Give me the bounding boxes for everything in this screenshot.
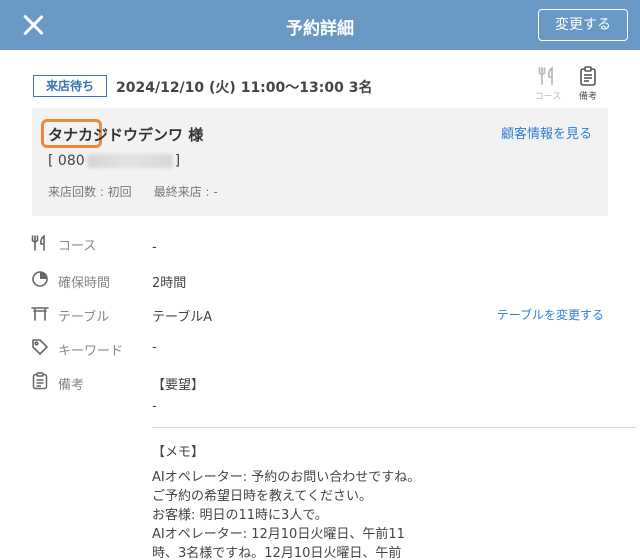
course-value: - <box>152 240 157 255</box>
course-tab[interactable]: コース <box>533 66 563 102</box>
memo-line: AIオペレーター: 12月10日火曜日、午前11 <box>152 527 405 542</box>
change-table-link[interactable]: テーブルを変更する <box>497 306 604 323</box>
course-label: コース <box>58 239 97 254</box>
phone-prefix: [ 080 <box>48 153 85 169</box>
phone-redacted <box>86 154 173 168</box>
phone-suffix: ] <box>174 153 181 169</box>
memo-line: AIオペレーター: 予約のお問い合わせですね。 <box>152 470 421 485</box>
table-value: テーブルA <box>152 310 213 325</box>
customer-phone: [ 080] <box>48 153 180 169</box>
notes-label: 備考 <box>58 378 85 393</box>
clipboard-icon <box>32 372 48 390</box>
visit-info: 来店回数 : 初回 最終来店 : - <box>48 183 218 200</box>
memo-line: 時、3名様ですね。12月10日火曜日、午前 <box>152 546 402 560</box>
customer-name-rest: ジドウデンワ 様 <box>93 126 204 144</box>
keyword-label: キーワード <box>58 344 124 359</box>
header-bar: 予約詳細 変更する <box>0 0 640 50</box>
visit-count: 来店回数 : 初回 <box>48 185 132 199</box>
customer-name-highlight: タナカ <box>48 126 94 144</box>
cutlery-icon <box>538 66 553 85</box>
tag-icon <box>32 339 48 355</box>
memo-heading: 【メモ】 <box>152 445 205 460</box>
memo-line: ご予約の希望日時を教えてください。 <box>152 489 372 504</box>
keyword-value: - <box>152 340 157 355</box>
request-heading: 【要望】 <box>152 378 205 393</box>
memo-tab-label: 備考 <box>578 92 597 102</box>
view-customer-link[interactable]: 顧客情報を見る <box>501 123 592 142</box>
course-tab-label: コース <box>534 92 562 102</box>
customer-name: タナカジドウデンワ 様 <box>48 124 203 145</box>
duration-value: 2時間 <box>152 276 187 291</box>
request-value: - <box>152 399 157 414</box>
customer-panel: タナカジドウデンワ 様 顧客情報を見る [ 080] 来店回数 : 初回 最終来店… <box>32 108 608 216</box>
status-badge: 来店待ち <box>33 75 107 97</box>
notes-divider <box>152 427 636 428</box>
memo-line: お客様: 明日の11時に3人で。 <box>152 508 328 523</box>
last-visit: 最終来店 : - <box>153 185 218 199</box>
cutlery-icon <box>31 234 45 251</box>
duration-label: 確保時間 <box>58 276 111 291</box>
reservation-datetime: 2024/12/10 (火) 11:00〜13:00 3名 <box>116 80 373 96</box>
table-label: テーブル <box>58 310 110 325</box>
reservation-card: 来店待ち 2024/12/10 (火) 11:00〜13:00 3名 コース 備… <box>0 50 640 560</box>
table-icon <box>31 307 49 321</box>
clipboard-icon <box>580 66 596 86</box>
memo-text: 【メモ】 AIオペレーター: 予約のお問い合わせですね。 ご予約の希望日時を教え… <box>152 443 452 560</box>
memo-tab[interactable]: 備考 <box>573 66 603 102</box>
edit-button[interactable]: 変更する <box>538 9 628 41</box>
clock-icon <box>32 271 48 287</box>
